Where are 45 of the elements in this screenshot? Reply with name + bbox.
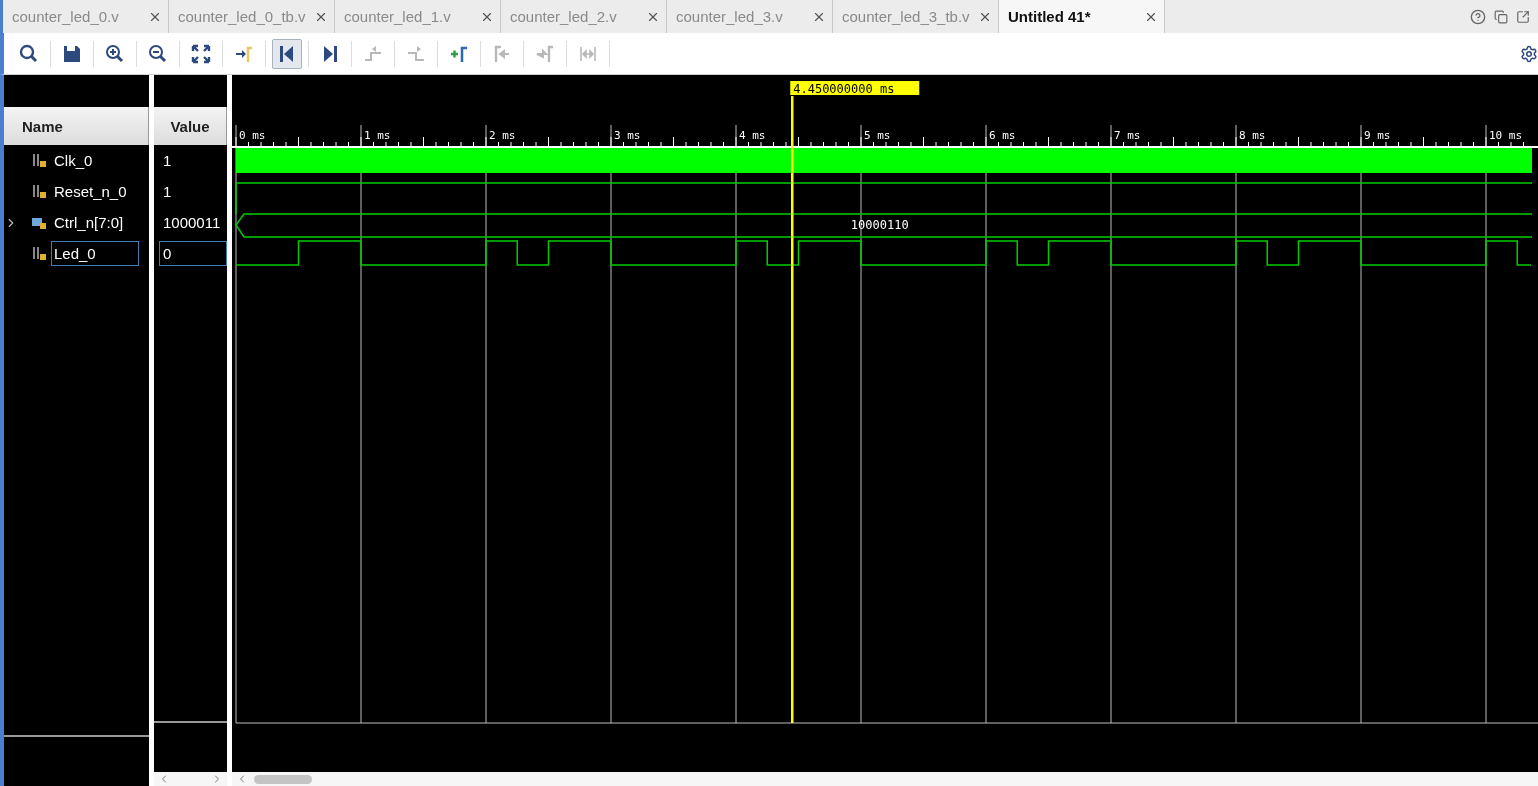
signal-value: 0 — [159, 241, 227, 266]
expand-icon — [191, 43, 211, 64]
zoom-in-icon — [105, 43, 125, 64]
signal-name[interactable]: Led_0 — [51, 241, 139, 266]
bit-signal-icon — [32, 246, 47, 261]
signal-value: 1 — [162, 182, 173, 202]
column-header[interactable]: Name — [4, 107, 149, 145]
step-back-icon — [363, 43, 383, 64]
help-icon[interactable] — [1470, 8, 1486, 25]
signal-name[interactable]: Ctrl_n[7:0] — [51, 210, 127, 235]
toolbar-button[interactable] — [272, 38, 302, 69]
maximize-icon[interactable] — [1516, 9, 1530, 24]
time-tick-label: 6 ms — [989, 129, 1016, 142]
settings-icon[interactable] — [1520, 44, 1538, 63]
search-icon — [19, 43, 39, 64]
bus-signal-icon — [32, 215, 47, 230]
marker-back-icon — [492, 43, 512, 64]
time-tick-label: 5 ms — [864, 129, 891, 142]
time-tick-label: 8 ms — [1239, 129, 1266, 142]
time-tick-label: 10 ms — [1489, 129, 1523, 142]
time-tick-label: 1 ms — [364, 129, 391, 142]
bit-signal-icon — [32, 153, 47, 168]
time-tick-label: 0 ms — [239, 129, 266, 142]
save-icon — [62, 43, 82, 64]
waveform-canvas[interactable]: 0 ms 1 ms 2 ms 3 ms 4 ms 5 ms 6 ms 7 ms 8 ms 9 ms 10 ms 10000110 4.450000000 ms — [232, 75, 1538, 772]
column-header[interactable]: Value — [154, 107, 227, 145]
signal-value: 1 — [162, 151, 173, 171]
signal-name[interactable]: Clk_0 — [51, 148, 96, 173]
time-tick-label: 2 ms — [489, 129, 516, 142]
zoom-out-icon — [148, 43, 168, 64]
time-tick-label: 9 ms — [1364, 129, 1391, 142]
cursor-time-label: 4.450000000 ms — [790, 81, 920, 96]
scrollbar-thumb[interactable] — [254, 774, 312, 784]
time-tick-label: 7 ms — [1114, 129, 1141, 142]
time-tick-label: 3 ms — [614, 129, 641, 142]
marker-forward-icon — [535, 43, 555, 64]
signal-name[interactable]: Reset_n_0 — [51, 179, 130, 204]
restore-icon[interactable] — [1494, 9, 1508, 24]
signal-value: 1000011 — [162, 213, 222, 233]
bus-value: 10000110 — [850, 218, 909, 232]
step-forward-icon — [406, 43, 426, 64]
time-tick-label: 4 ms — [739, 129, 766, 142]
time-cursor[interactable] — [791, 96, 794, 723]
bit-signal-icon — [32, 184, 47, 199]
editor-tab[interactable]: Untitled 41* — [999, 0, 1165, 33]
